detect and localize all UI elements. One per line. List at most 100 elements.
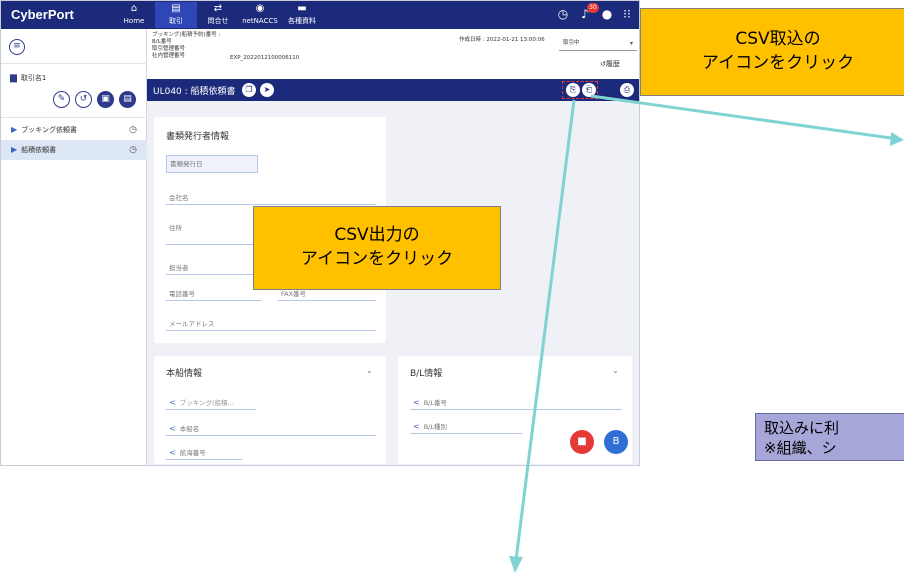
clock-icon: ◷ [129,125,137,135]
vessel-card: 本船情報 ⌄ < ブッキング(船積... < 本船名 < 航海番号 [154,356,386,464]
history-label: 履歴 [605,60,620,68]
share-icon: < [169,398,176,407]
document-titlebar: UL040 : 船積依頼書 ❐ ➤ ⎘ ⎗ ⎙ [147,79,639,101]
nav-documents-label: 各種資料 [288,17,316,25]
sidebar-item-label: 船積依頼書 [21,146,57,154]
vessel-field-label: 本船名 [179,425,200,433]
issue-date-label: 書類発行日 [170,160,203,168]
print-icon[interactable]: ⎙ [620,83,634,97]
csv-import-icon[interactable]: ⎗ [582,83,596,97]
deal-title: ▆ 取引名1 [10,73,46,83]
vessel-card-title: 本船情報 [166,369,203,379]
fax-label: FAX番号 [281,290,307,298]
sidebar-divider [1,63,147,64]
note-line: 取込みに利 [764,419,840,437]
delete-button[interactable]: ■ [570,430,594,454]
doc-check-icon: ▶ [11,125,18,134]
bl-field-type[interactable]: < B/L種別 [410,420,522,434]
navigate-icon[interactable]: ➤ [260,83,274,97]
share-icon: < [413,398,420,407]
share-icon: < [169,424,176,433]
nav-deal[interactable]: ▤ 取引 [155,2,197,28]
phone-field[interactable]: 電話番号 [166,287,262,301]
status-value: 取引中 [563,40,580,46]
doc-check-icon: ▶ [11,145,18,154]
company-label: 会社名 [169,194,189,202]
page-title: UL040 : 船積依頼書 [153,87,236,97]
share-icon: < [169,448,176,457]
apps-grid-icon[interactable]: ⁝⁝ [619,6,635,22]
brand-logo: CyberPort [11,7,74,22]
netnaccs-icon: ◉ [255,3,265,14]
timer-icon[interactable]: ◷ [555,6,571,22]
arrow-head [509,556,523,573]
save-icon: B [612,436,620,447]
nav-home[interactable]: ⌂ Home [113,2,155,28]
bl-number-label: B/L番号 [152,39,172,45]
bl-field-label: B/L種別 [423,423,447,431]
callout-line: CSV出力の [334,225,420,245]
bl-card-title: B/L情報 [410,369,443,379]
deal-info-bar: ブッキング(船積予約)番号 : B/L番号 取引管理番号 社内管理番号 EXP_… [147,29,639,79]
sidebar: ≡ ▆ 取引名1 ✎ ↺ ▣ ▤ ▶ ブッキング依頼書 ◷ ▶ 船積依頼書 ◷ [1,29,147,465]
document-icon[interactable]: ▤ [119,91,136,108]
csv-export-icon[interactable]: ⎘ [566,83,580,97]
sidebar-item-booking[interactable]: ▶ ブッキング依頼書 ◷ [1,120,147,140]
email-field[interactable]: メールアドレス [166,317,376,331]
menu-icon[interactable]: ≡ [9,39,25,55]
chevron-down-icon[interactable]: ⌄ [612,366,619,375]
note-callout: 取込みに利 ※組織、シ [755,413,904,461]
bell-icon[interactable]: ♪ 30 [577,3,599,22]
callout-line: CSV取込の [735,29,821,49]
vessel-field-voyage[interactable]: < 航海番号 [166,446,242,460]
copy-icon[interactable]: ❐ [242,83,256,97]
chevron-down-icon[interactable]: ⌄ [366,366,373,375]
save-button[interactable]: B [604,430,628,454]
top-navigation: CyberPort ⌂ Home ▤ 取引 ⇄ 問合せ ◉ netNACCS ▬… [1,1,639,29]
company-field[interactable]: 会社名 [166,191,376,205]
phone-label: 電話番号 [169,290,195,298]
email-label: メールアドレス [169,320,215,328]
bl-card: B/L情報 ⌄ < B/L番号 < B/L種別 [398,356,632,464]
sidebar-item-shipping[interactable]: ▶ 船積依頼書 ◷ [1,140,147,160]
nav-inquiry[interactable]: ⇄ 問合せ [197,2,239,28]
vessel-field-name[interactable]: < 本船名 [166,422,376,436]
bl-field-label: B/L番号 [423,399,447,407]
internal-mgmt-label: 社内管理番号 [152,53,186,59]
user-icon[interactable]: ● [599,6,615,22]
share-icon: < [413,422,420,431]
bl-field-number[interactable]: < B/L番号 [410,396,622,410]
issue-date-field[interactable]: 書類発行日 [166,155,258,173]
trash-icon: ■ [577,436,587,447]
person-field[interactable]: 担当者 [166,261,262,275]
deal-mgmt-value: EXP_2022012100006110 [230,55,300,61]
person-label: 担当者 [169,264,189,272]
deal-icon: ▆ [10,73,17,83]
sidebar-divider [1,117,147,118]
callout-line: アイコンをクリック [701,53,855,73]
edit-icon[interactable]: ✎ [53,91,70,108]
note-line: ※組織、シ [764,439,837,457]
sidebar-item-label: ブッキング依頼書 [21,126,77,134]
history-button[interactable]: ↺履歴 [600,59,620,69]
vessel-field-label: ブッキング(船積... [179,399,234,407]
clock-icon: ◷ [129,145,137,155]
nav-netnaccs[interactable]: ◉ netNACCS [239,2,281,28]
created-date: 作成日時 : 2022-01-21 13:00:06 [459,37,545,43]
vessel-field-label: 航海番号 [179,449,206,457]
home-icon: ⌂ [130,3,138,14]
deal-mgmt-label: 取引管理番号 [152,46,186,52]
nav-documents[interactable]: ▬ 各種資料 [281,2,323,28]
caret-down-icon: ▾ [629,40,633,47]
deal-name: 取引名1 [20,74,47,82]
history-icon[interactable]: ↺ [75,91,92,108]
contact-icon[interactable]: ▣ [97,91,114,108]
info-labels: ブッキング(船積予約)番号 : B/L番号 取引管理番号 社内管理番号 [152,32,220,60]
booking-number-label: ブッキング(船積予約)番号 : [152,32,221,38]
vessel-field-booking[interactable]: < ブッキング(船積... [166,396,256,410]
nav-deal-label: 取引 [169,17,183,25]
address-label: 住所 [169,224,182,232]
inquiry-icon: ⇄ [213,3,223,14]
status-select[interactable]: 取引中 ▾ [559,36,637,51]
arrow-head [890,132,904,146]
